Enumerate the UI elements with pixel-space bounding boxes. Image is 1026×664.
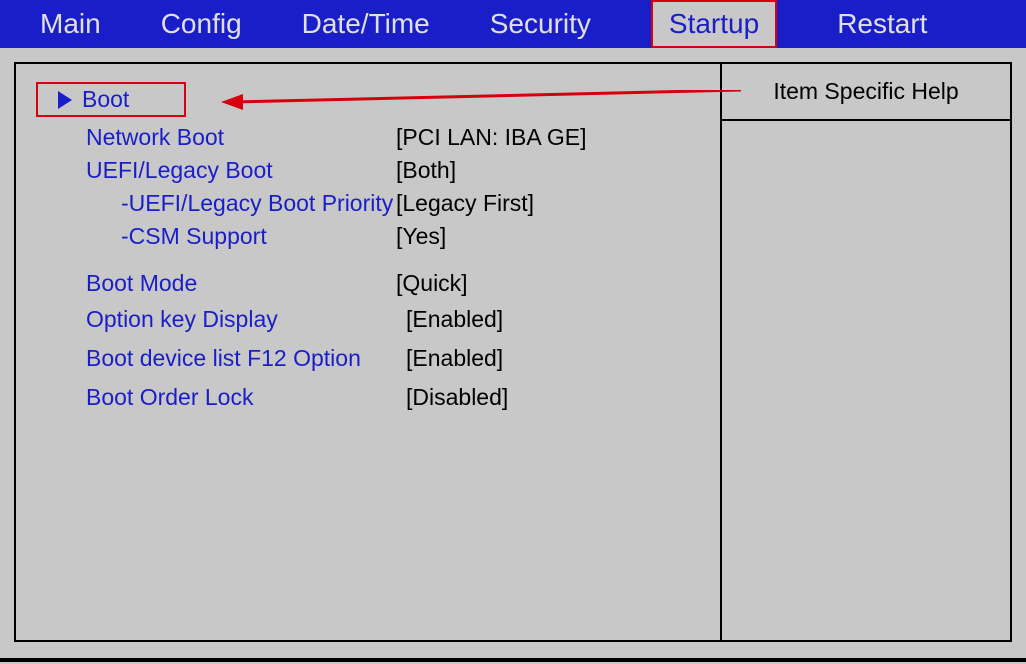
setting-row-boot-order-lock[interactable]: Boot Order Lock [Disabled] [36,378,700,417]
setting-row-uefi-legacy-boot[interactable]: UEFI/Legacy Boot [Both] [36,154,700,187]
setting-label: -CSM Support [36,223,396,250]
setting-value: [Both] [396,157,456,184]
tab-restart[interactable]: Restart [837,8,927,40]
boot-submenu[interactable]: Boot [36,82,186,117]
boot-submenu-label: Boot [82,86,129,113]
tab-config[interactable]: Config [161,8,242,40]
setting-value: [Enabled] [396,306,503,333]
setting-row-boot-mode[interactable]: Boot Mode [Quick] [36,267,700,300]
help-panel: Item Specific Help [720,64,1010,640]
setting-value: [Disabled] [406,384,508,411]
help-panel-title: Item Specific Help [722,64,1010,121]
setting-value: [Enabled] [406,345,503,372]
setting-row-network-boot[interactable]: Network Boot [PCI LAN: IBA GE] [36,121,700,154]
setting-label: Network Boot [36,124,396,151]
content-frame: Boot Network Boot [PCI LAN: IBA GE] UEFI… [14,62,1012,642]
setting-value: [Quick] [396,270,468,297]
triangle-right-icon [58,91,72,109]
tab-datetime[interactable]: Date/Time [302,8,430,40]
setting-row-boot-priority[interactable]: -UEFI/Legacy Boot Priority [Legacy First… [36,187,700,220]
setting-label: Boot Order Lock [36,384,406,411]
setting-label: Option key Display [36,306,396,333]
setting-label: -UEFI/Legacy Boot Priority [36,190,396,217]
tab-main[interactable]: Main [40,8,101,40]
settings-panel: Boot Network Boot [PCI LAN: IBA GE] UEFI… [16,64,720,640]
menubar: Main Config Date/Time Security Startup R… [0,0,1026,48]
bottom-border [0,658,1026,662]
tab-security[interactable]: Security [490,8,591,40]
setting-label: Boot Mode [36,270,396,297]
tab-startup[interactable]: Startup [651,0,777,48]
setting-label: UEFI/Legacy Boot [36,157,396,184]
setting-row-f12-option[interactable]: Boot device list F12 Option [Enabled] [36,339,700,378]
setting-value: [Legacy First] [396,190,534,217]
setting-row-option-key-display[interactable]: Option key Display [Enabled] [36,300,700,339]
setting-value: [PCI LAN: IBA GE] [396,124,586,151]
setting-row-csm-support[interactable]: -CSM Support [Yes] [36,220,700,253]
setting-label: Boot device list F12 Option [36,345,406,372]
setting-value: [Yes] [396,223,446,250]
